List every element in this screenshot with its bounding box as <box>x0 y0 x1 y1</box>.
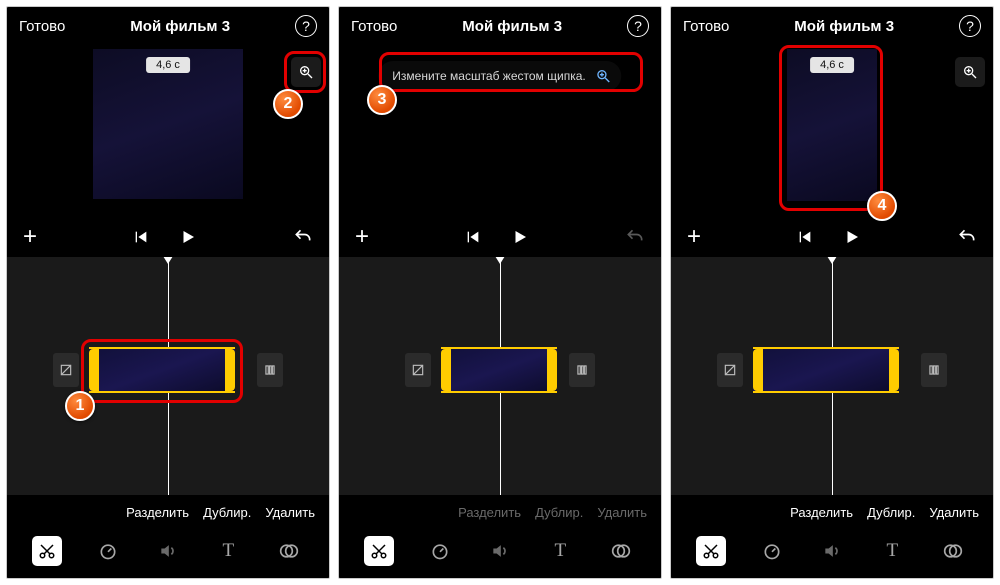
clip-actions: Разделить Дублир. Удалить <box>7 495 329 526</box>
undo-icon[interactable] <box>957 227 977 247</box>
timeline[interactable] <box>671 257 993 495</box>
text-tool[interactable]: T <box>877 536 907 566</box>
timeline[interactable]: 1 <box>7 257 329 495</box>
help-icon[interactable]: ? <box>295 15 317 37</box>
transport-bar: + <box>339 219 661 257</box>
clip-actions: Разделить Дублир. Удалить <box>671 495 993 526</box>
clip-track <box>339 347 661 393</box>
top-bar: Готово Мой фильм 3 ? <box>671 7 993 43</box>
preview-area: 4,6 с 2 <box>7 43 329 219</box>
delete-button[interactable]: Удалить <box>929 505 979 520</box>
duplicate-button: Дублир. <box>535 505 583 520</box>
marker-4: 4 <box>867 191 897 221</box>
clip-track <box>671 347 993 393</box>
screen-3: Готово Мой фильм 3 ? 4,6 с 4 + Р <box>670 6 994 579</box>
bottom-toolbar: T <box>671 526 993 578</box>
selected-clip[interactable] <box>441 347 557 393</box>
zoom-button[interactable] <box>955 57 985 87</box>
delete-button[interactable]: Удалить <box>265 505 315 520</box>
done-button[interactable]: Готово <box>351 18 397 35</box>
selected-clip[interactable] <box>89 347 235 393</box>
volume-tool[interactable] <box>153 536 183 566</box>
bottom-toolbar: T <box>339 526 661 578</box>
preview-clip[interactable]: 4,6 с <box>787 49 877 201</box>
duration-badge: 4,6 с <box>146 57 190 73</box>
filter-tool[interactable] <box>606 536 636 566</box>
trim-handle-left[interactable] <box>753 349 763 391</box>
preview-clip[interactable]: 4,6 с <box>93 49 243 199</box>
project-title: Мой фильм 3 <box>130 18 230 35</box>
add-media-button[interactable]: + <box>355 223 369 251</box>
selected-clip[interactable] <box>753 347 899 393</box>
top-bar: Готово Мой фильм 3 ? <box>339 7 661 43</box>
split-button: Разделить <box>458 505 521 520</box>
top-bar: Готово Мой фильм 3 ? <box>7 7 329 43</box>
screen-2: Готово Мой фильм 3 ? Измените масштаб же… <box>338 6 662 579</box>
pinch-hint-text: Измените масштаб жестом щипка. <box>392 69 585 83</box>
trim-handle-left[interactable] <box>441 349 451 391</box>
clip-track <box>7 347 329 393</box>
speed-tool[interactable] <box>93 536 123 566</box>
split-button[interactable]: Разделить <box>790 505 853 520</box>
skip-start-icon[interactable] <box>465 229 481 245</box>
duplicate-button[interactable]: Дублир. <box>203 505 251 520</box>
marker-3: 3 <box>367 85 397 115</box>
project-title: Мой фильм 3 <box>794 18 894 35</box>
cut-tool[interactable] <box>696 536 726 566</box>
text-tool[interactable]: T <box>213 536 243 566</box>
duration-badge: 4,6 с <box>810 57 854 73</box>
filter-tool[interactable] <box>938 536 968 566</box>
text-tool[interactable]: T <box>545 536 575 566</box>
add-media-button[interactable]: + <box>23 223 37 251</box>
volume-tool[interactable] <box>817 536 847 566</box>
delete-button: Удалить <box>597 505 647 520</box>
help-icon[interactable]: ? <box>627 15 649 37</box>
bottom-toolbar: T <box>7 526 329 578</box>
trim-handle-left[interactable] <box>89 349 99 391</box>
undo-icon[interactable] <box>293 227 313 247</box>
marker-1: 1 <box>65 391 95 421</box>
marker-2: 2 <box>273 89 303 119</box>
help-icon[interactable]: ? <box>959 15 981 37</box>
speed-tool[interactable] <box>425 536 455 566</box>
play-icon[interactable] <box>179 228 197 246</box>
undo-icon[interactable] <box>625 227 645 247</box>
volume-tool[interactable] <box>485 536 515 566</box>
pinch-hint: Измените масштаб жестом щипка. <box>378 61 621 91</box>
play-icon[interactable] <box>511 228 529 246</box>
filter-tool[interactable] <box>274 536 304 566</box>
preview-area: 4,6 с 4 <box>671 43 993 219</box>
timeline[interactable] <box>339 257 661 495</box>
screen-1: Готово Мой фильм 3 ? 4,6 с 2 + 1 <box>6 6 330 579</box>
done-button[interactable]: Готово <box>683 18 729 35</box>
preview-area: Измените масштаб жестом щипка. 3 <box>339 43 661 219</box>
cut-tool[interactable] <box>364 536 394 566</box>
duplicate-button[interactable]: Дублир. <box>867 505 915 520</box>
trim-handle-right[interactable] <box>889 349 899 391</box>
split-button[interactable]: Разделить <box>126 505 189 520</box>
transport-bar: + <box>671 219 993 257</box>
project-title: Мой фильм 3 <box>462 18 562 35</box>
skip-start-icon[interactable] <box>797 229 813 245</box>
play-icon[interactable] <box>843 228 861 246</box>
add-media-button[interactable]: + <box>687 223 701 251</box>
zoom-button[interactable] <box>291 57 321 87</box>
speed-tool[interactable] <box>757 536 787 566</box>
magnifier-icon <box>596 68 612 84</box>
trim-handle-right[interactable] <box>547 349 557 391</box>
transport-bar: + <box>7 219 329 257</box>
done-button[interactable]: Готово <box>19 18 65 35</box>
trim-handle-right[interactable] <box>225 349 235 391</box>
cut-tool[interactable] <box>32 536 62 566</box>
skip-start-icon[interactable] <box>133 229 149 245</box>
clip-actions: Разделить Дублир. Удалить <box>339 495 661 526</box>
